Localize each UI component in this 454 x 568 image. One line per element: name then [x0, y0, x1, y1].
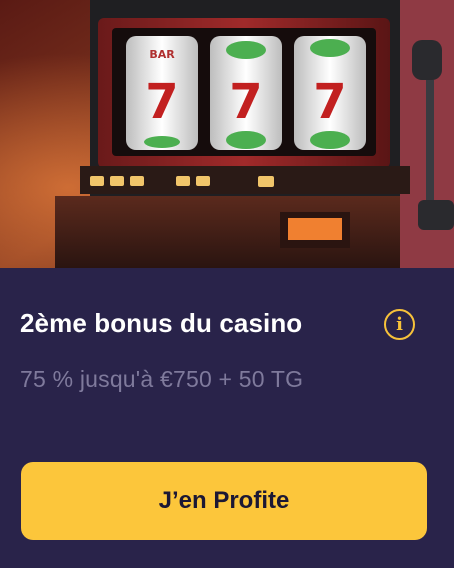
svg-text:BAR: BAR — [149, 48, 175, 61]
claim-bonus-button[interactable]: J’en Profite — [21, 462, 427, 540]
bonus-card: BAR 7 7 7 2ème bonus du casino i 75 % ju… — [0, 0, 454, 568]
svg-text:7: 7 — [145, 74, 178, 130]
svg-text:7: 7 — [313, 74, 346, 130]
info-icon[interactable]: i — [384, 309, 415, 340]
slot-machine-image: BAR 7 7 7 — [0, 0, 454, 268]
reel-3: 7 — [294, 36, 366, 150]
offer-subtitle: 75 % jusqu'à €750 + 50 TG — [20, 366, 304, 392]
reel-2: 7 — [210, 36, 282, 150]
svg-text:7: 7 — [229, 74, 262, 130]
reel-1: BAR 7 — [126, 36, 198, 150]
offer-title: 2ème bonus du casino — [20, 308, 303, 338]
